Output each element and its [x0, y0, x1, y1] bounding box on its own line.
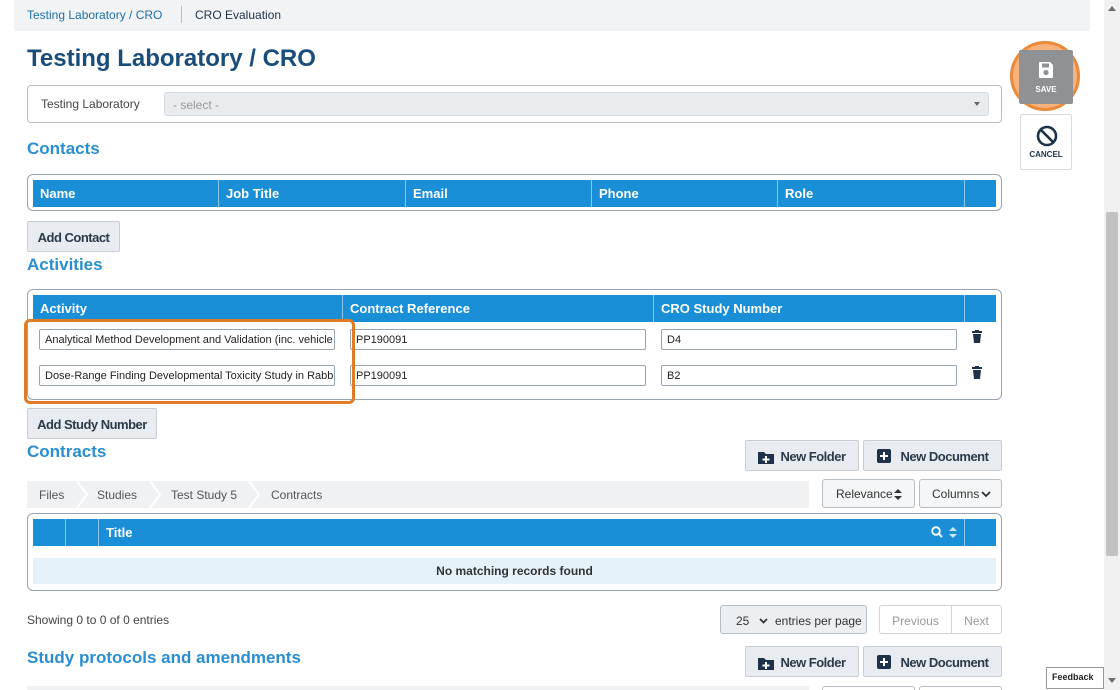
save-button[interactable]	[1019, 50, 1073, 104]
page-size-select[interactable]: 25 entries per page	[720, 605, 867, 634]
col-contract-reference-header[interactable]: Contract Reference	[343, 295, 654, 322]
path-test-study[interactable]: Test Study 5	[171, 488, 237, 502]
activities-table-header: Activity Contract Reference CRO Study Nu…	[33, 295, 996, 322]
testing-laboratory-placeholder: - select -	[173, 98, 220, 112]
contracts-heading: Contracts	[27, 442, 107, 461]
new-folder-button[interactable]: New Folder	[745, 440, 859, 471]
columns-label: Columns	[932, 487, 980, 501]
contracts-table-header: Title	[33, 519, 996, 546]
entries-summary: Showing 0 to 0 of 0 entries	[27, 613, 170, 627]
chevron-down-icon	[759, 618, 768, 624]
new-folder-label: New Folder	[780, 449, 846, 464]
path-files[interactable]: Files	[39, 488, 64, 502]
page-size-value: 25	[736, 614, 750, 628]
previous-page-button[interactable]: Previous	[879, 605, 952, 634]
contacts-table: Name Job Title Email Phone Role	[27, 174, 1002, 211]
file-path-breadcrumb: Files Studies Test Study 5 Contracts	[27, 481, 809, 508]
contacts-heading: Contacts	[27, 139, 100, 158]
study-protocols-heading: Study protocols and amendments	[27, 648, 301, 667]
chevron-down-icon	[981, 491, 991, 498]
title-header-label: Title	[106, 525, 133, 540]
trash-icon[interactable]	[972, 366, 982, 379]
scroll-up-arrow-icon[interactable]	[1108, 6, 1116, 11]
col-actions-header	[965, 180, 996, 207]
protocols-sort-button[interactable]	[822, 686, 915, 690]
breadcrumb-current: CRO Evaluation	[195, 8, 282, 22]
contract-reference-input[interactable]: PP190091	[350, 365, 646, 386]
path-separator-icon	[76, 481, 89, 508]
col-actions-header	[965, 295, 996, 322]
folder-plus-icon	[758, 658, 774, 670]
testing-laboratory-label: Testing Laboratory	[41, 97, 140, 111]
activity-column-highlight	[24, 319, 355, 404]
contracts-table: Title No matching records found	[27, 513, 1002, 591]
cancel-label: CANCEL	[1029, 150, 1063, 159]
path-separator-icon	[149, 481, 162, 508]
col-name-header[interactable]: Name	[33, 180, 219, 207]
protocols-columns-button[interactable]	[919, 686, 1002, 690]
col-job-title-header[interactable]: Job Title	[219, 180, 406, 207]
breadcrumb-parent-link[interactable]: Testing Laboratory / CRO	[27, 8, 162, 22]
feedback-button[interactable]: Feedback	[1046, 667, 1104, 689]
add-study-number-button[interactable]: Add Study Number	[27, 408, 157, 439]
col-type-header[interactable]	[66, 519, 99, 546]
new-folder-button[interactable]: New Folder	[745, 646, 859, 677]
save-label: SAVE	[1035, 85, 1057, 94]
page-title: Testing Laboratory / CRO	[27, 45, 316, 72]
plus-square-icon	[877, 449, 891, 463]
sort-relevance-button[interactable]: Relevance	[822, 479, 915, 508]
page-size-suffix: entries per page	[775, 614, 862, 628]
contract-reference-input[interactable]: PP190091	[350, 329, 646, 350]
new-document-button[interactable]: New Document	[863, 440, 1002, 471]
testing-laboratory-group: Testing Laboratory - select -	[27, 85, 1002, 123]
add-contact-button[interactable]: Add Contact	[27, 221, 120, 252]
sort-icon	[894, 489, 902, 500]
path-separator-icon	[248, 481, 261, 508]
cro-study-number-input[interactable]: D4	[661, 329, 957, 350]
scroll-down-arrow-icon[interactable]	[1108, 678, 1116, 683]
col-email-header[interactable]: Email	[406, 180, 592, 207]
col-cro-study-number-header[interactable]: CRO Study Number	[654, 295, 965, 322]
top-breadcrumb: Testing Laboratory / CRO CRO Evaluation	[14, 0, 1090, 31]
protocols-path-breadcrumb	[27, 686, 809, 690]
cro-study-number-input[interactable]: B2	[661, 365, 957, 386]
testing-laboratory-select[interactable]: - select -	[164, 92, 989, 116]
next-page-button[interactable]: Next	[951, 605, 1002, 634]
col-title-header[interactable]: Title	[99, 519, 965, 546]
search-icon[interactable]	[931, 526, 943, 538]
col-phone-header[interactable]: Phone	[592, 180, 778, 207]
ban-icon	[1036, 125, 1058, 147]
sort-icon[interactable]	[949, 527, 957, 538]
empty-table-message: No matching records found	[33, 558, 996, 584]
col-activity-header[interactable]: Activity	[33, 295, 343, 322]
col-role-header[interactable]: Role	[778, 180, 965, 207]
path-contracts: Contracts	[271, 488, 323, 502]
trash-icon[interactable]	[972, 330, 982, 343]
new-document-button[interactable]: New Document	[863, 646, 1002, 677]
cancel-button[interactable]	[1020, 114, 1072, 170]
contacts-table-header: Name Job Title Email Phone Role	[33, 180, 996, 207]
col-select-header[interactable]	[33, 519, 66, 546]
breadcrumb-divider	[181, 6, 182, 23]
floppy-disk-icon	[1039, 62, 1053, 78]
path-studies[interactable]: Studies	[97, 488, 137, 502]
new-document-label: New Document	[900, 655, 989, 670]
columns-button[interactable]: Columns	[919, 479, 1002, 508]
col-actions-header	[965, 519, 996, 546]
plus-square-icon	[877, 655, 891, 669]
sort-label: Relevance	[836, 487, 893, 501]
new-document-label: New Document	[900, 449, 989, 464]
activities-heading: Activities	[27, 255, 103, 274]
folder-plus-icon	[758, 452, 774, 464]
dropdown-caret-icon	[974, 102, 980, 106]
scrollbar-thumb[interactable]	[1106, 212, 1118, 556]
new-folder-label: New Folder	[780, 655, 846, 670]
